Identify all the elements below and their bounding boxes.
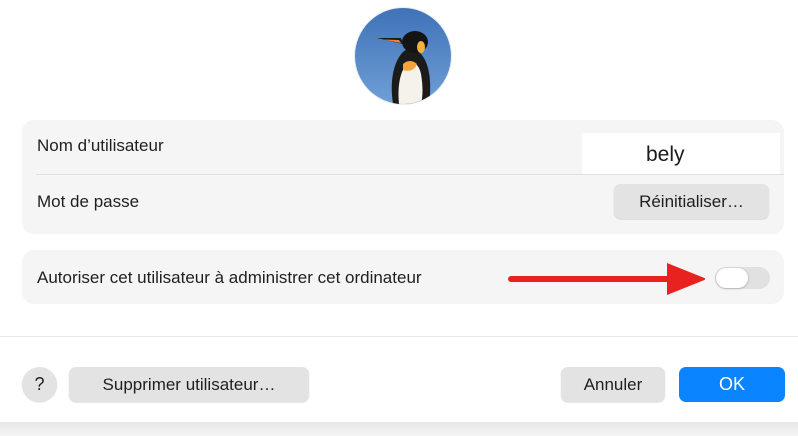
row-divider — [36, 174, 784, 175]
delete-user-button[interactable]: Supprimer utilisateur… — [69, 367, 309, 402]
admin-toggle[interactable] — [715, 267, 770, 289]
window-edge — [0, 422, 798, 436]
account-group: Nom d’utilisateur bely Mot de passe Réin… — [22, 120, 784, 234]
penguin-icon — [355, 8, 451, 104]
toggle-knob — [716, 268, 748, 288]
user-settings-dialog: Nom d’utilisateur bely Mot de passe Réin… — [0, 0, 798, 426]
username-label: Nom d’utilisateur — [37, 136, 164, 155]
footer-divider — [0, 336, 798, 337]
red-arrow-annotation — [508, 263, 705, 295]
cancel-button[interactable]: Annuler — [561, 367, 665, 402]
password-label: Mot de passe — [37, 192, 140, 211]
user-avatar[interactable] — [355, 8, 451, 104]
admin-permission-label: Autoriser cet utilisateur à administrer … — [37, 268, 422, 287]
username-value: bely — [646, 143, 685, 166]
username-field[interactable]: bely — [582, 133, 780, 175]
help-button[interactable]: ? — [22, 367, 57, 402]
reset-password-button[interactable]: Réinitialiser… — [614, 184, 769, 219]
ok-button[interactable]: OK — [679, 367, 785, 402]
